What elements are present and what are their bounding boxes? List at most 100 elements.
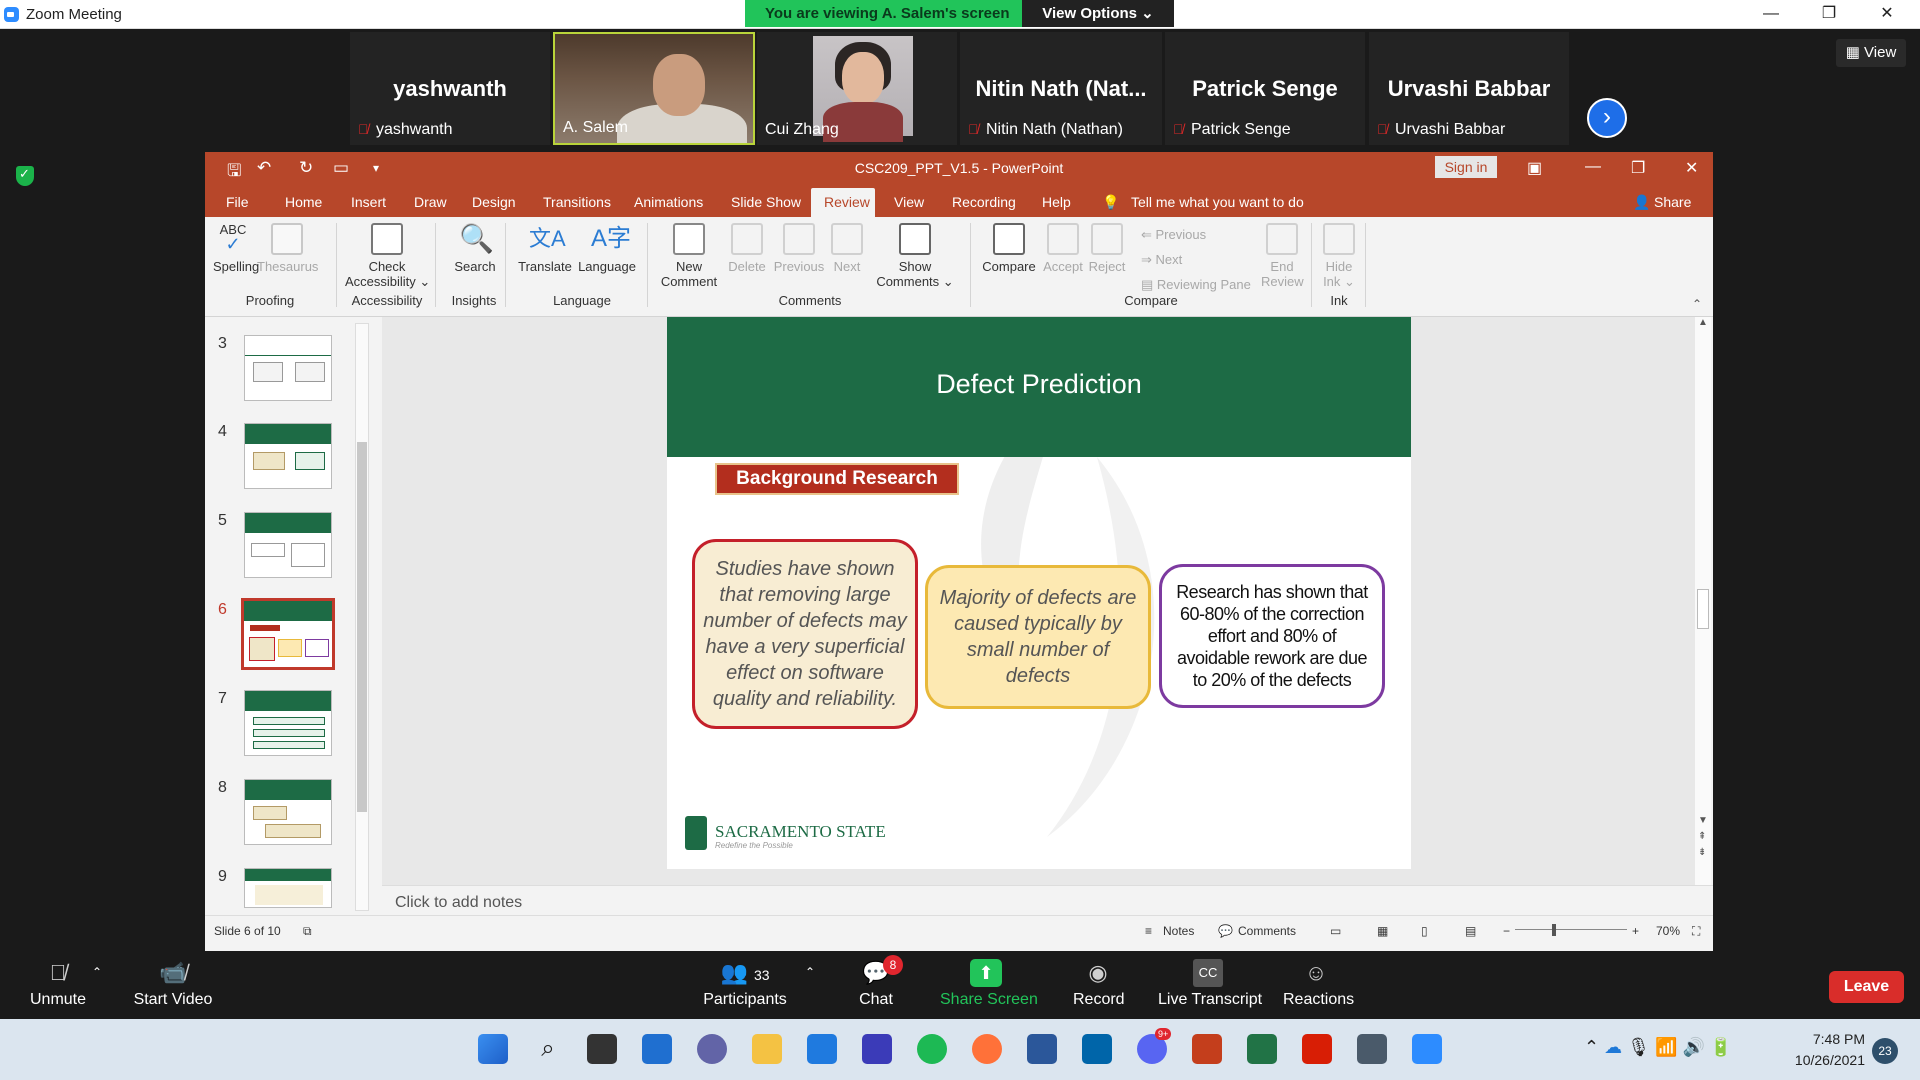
battery-icon[interactable]: 🔋: [1710, 1037, 1732, 1057]
unmute-button[interactable]: 🎙̸ Unmute: [28, 959, 88, 1009]
ppt-minimize-icon[interactable]: —: [1585, 158, 1601, 176]
participants-button[interactable]: 👥 33 Participants: [700, 959, 790, 1009]
slide-thumbnail[interactable]: [244, 423, 332, 489]
thumbnail-scrollbar[interactable]: [355, 323, 369, 911]
sign-in-button[interactable]: Sign in: [1435, 156, 1497, 178]
next-slide-icon[interactable]: ⇟: [1698, 847, 1706, 858]
normal-view-icon[interactable]: ▭: [1330, 924, 1341, 938]
slide-thumbnail[interactable]: [244, 868, 332, 908]
next-comment-button[interactable]: Next: [827, 223, 867, 274]
ribbon-display-icon[interactable]: ▣: [1527, 158, 1542, 178]
chat-button[interactable]: 💬 8 Chat: [855, 955, 903, 1009]
tab-draw[interactable]: Draw: [414, 194, 447, 210]
audio-options-chevron-icon[interactable]: ⌃: [92, 965, 102, 979]
zoom-app-icon[interactable]: [1412, 1034, 1442, 1064]
live-transcript-button[interactable]: CC Live Transcript: [1158, 959, 1262, 1009]
hide-ink-button[interactable]: Hide Ink ⌄: [1319, 223, 1359, 290]
language-button[interactable]: A字 Language: [576, 223, 638, 274]
scroll-up-icon[interactable]: ▲: [1698, 317, 1708, 328]
participants-options-chevron-icon[interactable]: ⌃: [800, 965, 820, 979]
tab-slide-show[interactable]: Slide Show: [731, 194, 801, 210]
accessibility-status-icon[interactable]: ⧉: [303, 924, 312, 939]
vscode-icon[interactable]: [1082, 1034, 1112, 1064]
share-button[interactable]: Share: [1654, 194, 1691, 210]
zoom-out-button[interactable]: −: [1503, 924, 1510, 938]
slide[interactable]: Defect Prediction Background Research St…: [667, 317, 1411, 869]
ppt-close-icon[interactable]: ✕: [1685, 158, 1698, 178]
participant-tile[interactable]: Urvashi Babbar 🎙̸ Urvashi Babbar: [1369, 32, 1569, 145]
widgets-icon[interactable]: [642, 1034, 672, 1064]
slide-thumbnail-selected[interactable]: [241, 598, 335, 670]
powerpoint-icon[interactable]: [1192, 1034, 1222, 1064]
clock-date[interactable]: 10/26/2021: [1780, 1052, 1865, 1068]
slideshow-view-icon[interactable]: ▤: [1465, 924, 1476, 938]
onedrive-icon[interactable]: ☁: [1604, 1037, 1622, 1057]
share-screen-button[interactable]: ⬆ Share Screen: [940, 959, 1038, 1009]
visual-studio-icon[interactable]: [862, 1034, 892, 1064]
end-review-button[interactable]: End Review: [1261, 223, 1304, 289]
thesaurus-button[interactable]: Thesaurus: [257, 223, 318, 274]
previous-slide-icon[interactable]: ⇞: [1698, 831, 1706, 842]
scroll-down-icon[interactable]: ▼: [1698, 815, 1708, 826]
security-shield-icon[interactable]: [16, 166, 34, 186]
tab-insert[interactable]: Insert: [351, 194, 386, 210]
participant-tile-active[interactable]: A. Salem: [553, 32, 755, 145]
notes-button[interactable]: Notes: [1163, 924, 1194, 938]
spelling-button[interactable]: ABC ✓ Spelling: [213, 223, 259, 275]
participant-tile[interactable]: Cui Zhang: [757, 32, 957, 145]
fit-to-window-icon[interactable]: ⛶: [1692, 924, 1700, 939]
reviewing-pane-button[interactable]: ▤ Reviewing Pane: [1141, 277, 1251, 293]
close-button[interactable]: ✕: [1858, 0, 1916, 29]
tab-review[interactable]: Review: [824, 194, 870, 210]
slide-thumbnail[interactable]: [244, 690, 332, 756]
thumbnail-scroll-thumb[interactable]: [357, 442, 367, 812]
search-button[interactable]: 🔍 Search: [454, 223, 496, 274]
slide-thumbnail[interactable]: [244, 512, 332, 578]
tab-transitions[interactable]: Transitions: [543, 194, 611, 210]
minimize-button[interactable]: —: [1742, 0, 1800, 29]
spotify-icon[interactable]: [917, 1034, 947, 1064]
volume-icon[interactable]: 🔊: [1682, 1037, 1704, 1057]
restore-button[interactable]: ❐: [1800, 0, 1858, 29]
mail-icon[interactable]: [807, 1034, 837, 1064]
slide-thumbnail[interactable]: [244, 335, 332, 401]
participant-tile[interactable]: Nitin Nath (Nat... 🎙̸ Nitin Nath (Nathan): [960, 32, 1162, 145]
acrobat-icon[interactable]: [1302, 1034, 1332, 1064]
record-button[interactable]: ◉ Record: [1073, 959, 1125, 1009]
view-button[interactable]: ▦ View: [1836, 39, 1906, 67]
delete-comment-button[interactable]: Delete: [725, 223, 769, 274]
new-comment-button[interactable]: New Comment: [657, 223, 721, 289]
tell-me-box[interactable]: Tell me what you want to do: [1131, 194, 1304, 210]
reading-view-icon[interactable]: ▯: [1421, 924, 1428, 938]
discord-icon[interactable]: 9+: [1137, 1028, 1172, 1064]
notifications-badge[interactable]: 23: [1872, 1038, 1898, 1064]
tab-design[interactable]: Design: [472, 194, 516, 210]
teams-chat-icon[interactable]: [697, 1034, 727, 1064]
check-accessibility-button[interactable]: Check Accessibility ⌄: [345, 223, 430, 290]
wifi-icon[interactable]: 📶: [1655, 1037, 1677, 1057]
file-explorer-icon[interactable]: [752, 1034, 782, 1064]
slide-thumbnail[interactable]: [244, 779, 332, 845]
slide-scrollbar[interactable]: ▲ ▼ ⇞ ⇟: [1695, 317, 1711, 885]
leave-button[interactable]: Leave: [1829, 971, 1904, 1003]
compare-next-button[interactable]: ⇒ Next: [1141, 252, 1182, 268]
tab-file[interactable]: File: [226, 194, 249, 210]
start-icon[interactable]: [478, 1034, 508, 1064]
tab-recording[interactable]: Recording: [952, 194, 1016, 210]
reactions-button[interactable]: ☺ Reactions: [1283, 959, 1354, 1009]
tab-view[interactable]: View: [894, 194, 924, 210]
tab-home[interactable]: Home: [285, 194, 322, 210]
slide-scroll-thumb[interactable]: [1697, 589, 1709, 629]
previous-comment-button[interactable]: Previous: [771, 223, 827, 274]
view-options-button[interactable]: View Options ⌄: [1022, 0, 1174, 27]
system-tray[interactable]: ⌃ ☁ 🎙 📶 🔊 🔋: [1584, 1037, 1732, 1058]
collapse-ribbon-icon[interactable]: ⌃: [1692, 297, 1702, 311]
participant-tile[interactable]: yashwanth 🎙̸ yashwanth: [350, 32, 550, 145]
tray-chevron-icon[interactable]: ⌃: [1584, 1037, 1599, 1057]
tab-help[interactable]: Help: [1042, 194, 1071, 210]
show-comments-button[interactable]: Show Comments ⌄: [875, 223, 955, 290]
word-icon[interactable]: [1027, 1034, 1057, 1064]
task-view-icon[interactable]: [587, 1034, 617, 1064]
zoom-slider-knob[interactable]: [1552, 924, 1556, 936]
next-page-arrow-icon[interactable]: ›: [1587, 98, 1627, 138]
